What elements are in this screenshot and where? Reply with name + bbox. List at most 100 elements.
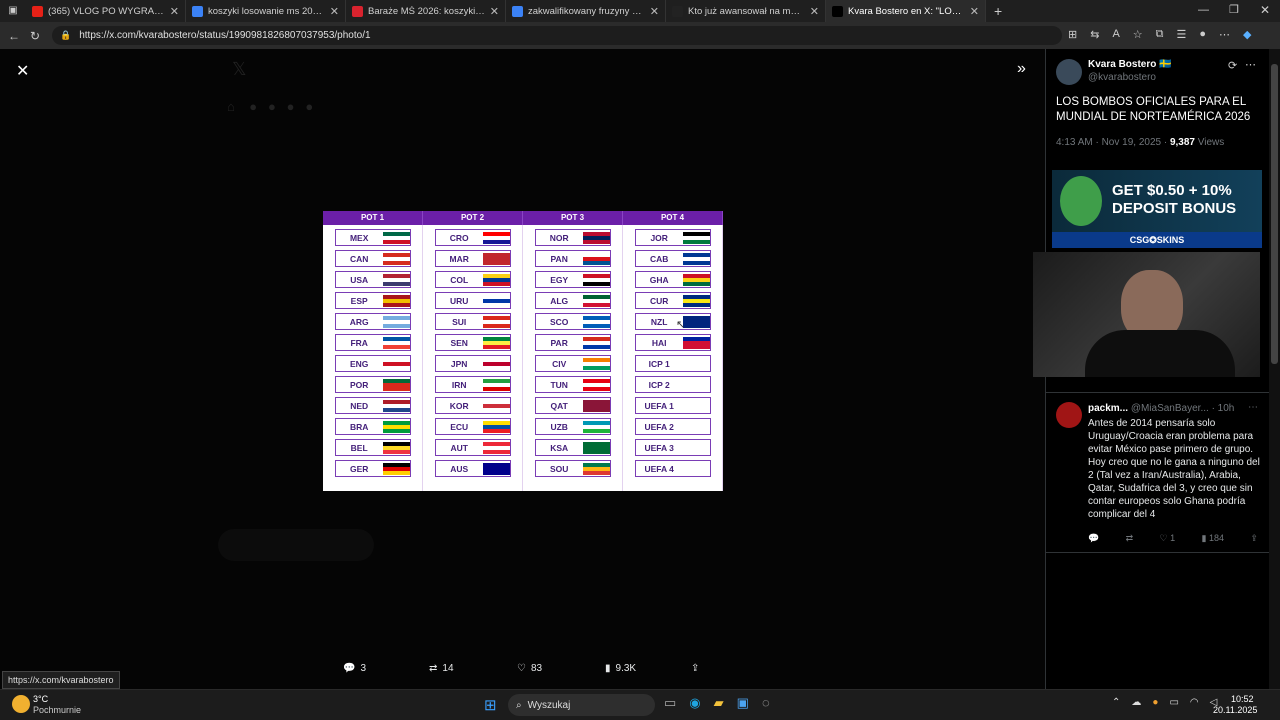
team-cell: PAN xyxy=(534,250,611,267)
team-code: JPN xyxy=(450,358,468,369)
flag-icon xyxy=(382,231,410,244)
team-cell: SCO xyxy=(534,313,611,330)
pot-header-row: POT 1 POT 2 POT 3 POT 4 xyxy=(323,211,723,225)
team-cell: UEFA 1 xyxy=(634,397,711,414)
app-icon[interactable]: ◌ xyxy=(762,695,770,711)
refresh-icon[interactable]: ↻ xyxy=(30,30,40,42)
views-button[interactable]: ▮ 9.3K xyxy=(605,663,636,674)
tab-3[interactable]: Baraże MŚ 2026: koszyki. Podział ✕ xyxy=(346,0,506,22)
reply-more-icon[interactable]: ⋯ xyxy=(1248,402,1258,413)
display-icon[interactable]: ▭ xyxy=(1169,697,1178,708)
team-code: SCO xyxy=(549,316,569,327)
favorite-icon[interactable]: ☆ xyxy=(1133,28,1143,41)
file-explorer-icon[interactable]: ▰ xyxy=(714,695,724,711)
minimize-icon[interactable]: — xyxy=(1198,4,1209,16)
search-icon xyxy=(512,5,523,17)
more-icon[interactable]: ⋯ xyxy=(1219,28,1230,41)
close-tab-icon[interactable]: ✕ xyxy=(490,5,499,18)
share-button[interactable]: ⇪ xyxy=(691,663,699,674)
chevron-up-icon[interactable]: ⌃ xyxy=(1112,697,1120,708)
close-tab-icon[interactable]: ✕ xyxy=(970,5,979,18)
team-cell: JPN xyxy=(434,355,511,372)
site-info-icon[interactable]: 🔒 xyxy=(60,31,71,40)
flag-icon xyxy=(582,378,610,391)
taskbar-search[interactable]: ⌕ Wyszukaj xyxy=(508,694,655,716)
team-cell: MAR xyxy=(434,250,511,267)
new-tab-button[interactable]: + xyxy=(994,3,1002,19)
address-bar[interactable]: 🔒 https://x.com/kvarabostero/status/1990… xyxy=(52,26,1062,45)
tab-5[interactable]: Kto już awansował na mundial 20 ✕ xyxy=(666,0,826,22)
flag-icon xyxy=(682,399,710,412)
team-cell: UEFA 3 xyxy=(634,439,711,456)
extensions-icon[interactable]: ⧉ xyxy=(1156,28,1164,41)
reply-share-icon[interactable]: ⇪ xyxy=(1250,533,1258,544)
team-cell: SEN xyxy=(434,334,511,351)
tab-6[interactable]: Kvara Bostero en X: "LOS BOMB ✕ xyxy=(826,0,986,22)
tab-4[interactable]: zakwalifikowany fruzyny na mund ✕ xyxy=(506,0,666,22)
team-cell: BRA xyxy=(334,418,411,435)
author-avatar[interactable] xyxy=(1056,59,1082,85)
close-window-icon[interactable]: ✕ xyxy=(1260,3,1270,17)
weather-icon[interactable] xyxy=(12,695,30,713)
retweet-button[interactable]: ⇄ 14 xyxy=(429,663,454,674)
team-cell: POR xyxy=(334,376,411,393)
start-icon[interactable]: ⊞ xyxy=(484,696,497,714)
team-code: JOR xyxy=(650,232,668,243)
back-icon[interactable]: ← xyxy=(8,30,20,42)
reply-retweet-icon[interactable]: ⇄ xyxy=(1126,533,1134,544)
more-options-icon[interactable]: ⋯ xyxy=(1245,58,1256,71)
team-code: IRN xyxy=(451,379,467,390)
retweet-icon: ⇄ xyxy=(429,663,438,674)
store-icon[interactable]: ▣ xyxy=(737,695,749,711)
tab-title: Baraże MŚ 2026: koszyki. Podział xyxy=(368,5,485,17)
team-cell: PAR xyxy=(534,334,611,351)
flag-icon xyxy=(482,336,510,349)
reply-views[interactable]: ▮ 184 xyxy=(1202,533,1224,544)
mic-icon[interactable]: ● xyxy=(1152,697,1158,708)
ad-banner[interactable]: GET $0.50 + 10% DEPOSIT BONUS CSG✪SKINS xyxy=(1052,170,1262,248)
team-cell: CUR xyxy=(634,292,711,309)
scrollbar[interactable] xyxy=(1269,49,1280,689)
team-code: NED xyxy=(350,400,369,411)
team-code: KSA xyxy=(550,442,569,453)
maximize-icon[interactable]: ❐ xyxy=(1229,3,1239,16)
author-name-row[interactable]: Kvara Bostero 🇸🇪 xyxy=(1088,59,1172,70)
reply-reply-icon[interactable]: 💬 xyxy=(1088,533,1099,544)
tab-actions-icon[interactable]: ▣ xyxy=(0,0,26,22)
flag-icon xyxy=(682,252,710,265)
translate-icon[interactable]: ⇆ xyxy=(1090,28,1099,41)
collapse-sidebar-icon[interactable]: » xyxy=(1017,60,1026,78)
reply-button[interactable]: 💬 3 xyxy=(343,663,366,674)
edge-icon[interactable]: ◉ xyxy=(689,695,700,711)
copilot-icon[interactable]: ◆ xyxy=(1243,28,1251,41)
team-code: NOR xyxy=(549,232,569,243)
team-cell: BEL xyxy=(334,439,411,456)
task-view-icon[interactable]: ▭ xyxy=(664,695,676,711)
read-aloud-icon[interactable]: A xyxy=(1112,28,1119,41)
flag-icon xyxy=(382,273,410,286)
team-code: PAN xyxy=(550,253,568,264)
team-cell: ESP xyxy=(334,292,411,309)
tab-1[interactable]: (365) VLOG PO WYGRANYM MECZU ✕ xyxy=(26,0,186,22)
close-icon[interactable]: ✕ xyxy=(16,61,29,81)
cloud-icon[interactable]: ☁ xyxy=(1131,697,1141,708)
reply-like-button[interactable]: ♡ 1 xyxy=(1160,533,1176,544)
flag-icon xyxy=(482,462,510,475)
reply-text: Antes de 2014 pensaría solo Uruguay/Croa… xyxy=(1088,418,1260,520)
profile-icon[interactable]: ● xyxy=(1199,28,1206,41)
team-code: ICP 1 xyxy=(648,358,670,369)
flag-icon xyxy=(482,420,510,433)
team-cell: CAB xyxy=(634,250,711,267)
close-tab-icon[interactable]: ✕ xyxy=(650,5,659,18)
wifi-icon[interactable]: ◠ xyxy=(1190,697,1199,708)
collections-icon[interactable]: ☰ xyxy=(1177,28,1187,41)
close-tab-icon[interactable]: ✕ xyxy=(330,5,339,18)
reply-avatar[interactable] xyxy=(1056,402,1082,428)
close-tab-icon[interactable]: ✕ xyxy=(170,5,179,18)
close-tab-icon[interactable]: ✕ xyxy=(810,5,819,18)
app-icon[interactable]: ⊞ xyxy=(1068,28,1077,41)
like-button[interactable]: ♡ 83 xyxy=(517,663,542,674)
tab-2[interactable]: koszyki losowanie ms 2026 - Wys ✕ xyxy=(186,0,346,22)
grok-icon[interactable]: ⟳ xyxy=(1228,59,1237,72)
share-icon: ⇪ xyxy=(691,663,700,674)
